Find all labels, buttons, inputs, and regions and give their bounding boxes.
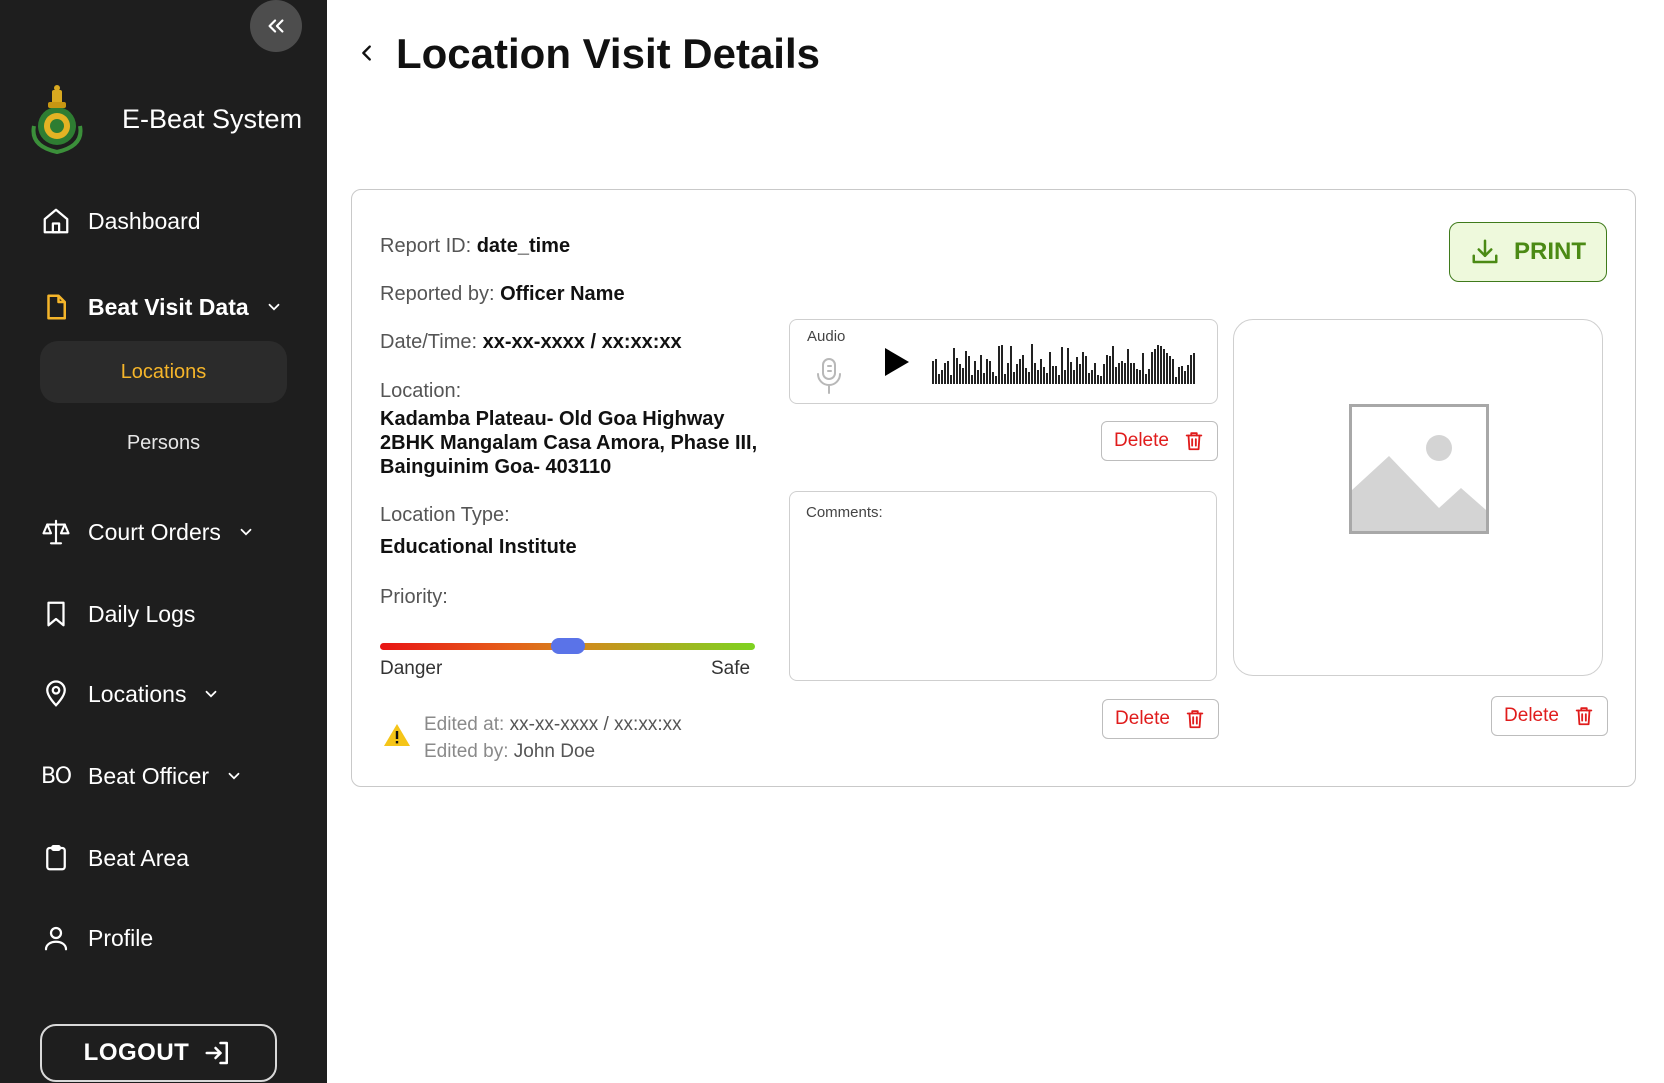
priority-max-label: Safe [711, 658, 751, 679]
clipboard-icon [40, 842, 72, 874]
priority-min-label: Danger [380, 658, 443, 679]
warning-icon [384, 724, 410, 746]
brand: E-Beat System [24, 82, 302, 156]
edited-at-label: Edited at: [424, 714, 505, 735]
print-button[interactable]: PRINT [1449, 222, 1607, 282]
sidebar-subitem-locations[interactable]: Locations [40, 341, 287, 403]
location-type-value: Educational Institute [380, 536, 577, 558]
logout-label: LOGOUT [83, 1039, 190, 1066]
double-chevron-left-icon [268, 19, 284, 33]
sidebar-item-beat-area[interactable]: Beat Area [40, 842, 189, 874]
beat-officer-icon: BO [40, 763, 72, 789]
file-icon [40, 291, 72, 323]
location-type-label: Location Type: [380, 504, 510, 526]
location-line: Kadamba Plateau- Old Goa Highway [380, 408, 725, 430]
sidebar-item-label: Court Orders [88, 518, 221, 545]
trash-icon [1575, 707, 1593, 726]
edited-by-label: Edited by: [424, 741, 509, 762]
comments-field[interactable]: Comments: [789, 491, 1217, 681]
audio-label: Audio [807, 328, 846, 345]
delete-comment-button[interactable]: Delete [1102, 699, 1219, 739]
sidebar-item-label: Beat Officer [88, 762, 210, 789]
reported-by-label: Reported by: [380, 283, 495, 305]
trash-icon [1186, 710, 1204, 729]
sidebar-item-beat-visit-data[interactable]: Beat Visit Data [40, 291, 283, 323]
user-icon [40, 922, 72, 954]
bookmark-icon [40, 598, 72, 630]
sidebar-item-dashboard[interactable]: Dashboard [40, 205, 201, 237]
location-line: 2BHK Mangalam Casa Amora, Phase III, [380, 432, 758, 454]
brand-name: E-Beat System [122, 103, 303, 134]
audio-player: Audio [789, 319, 1218, 404]
image-placeholder-icon [1349, 404, 1489, 534]
report-id-value: date_time [476, 235, 571, 257]
sidebar-item-daily-logs[interactable]: Daily Logs [40, 598, 195, 630]
location-address: Kadamba Plateau- Old Goa Highway 2BHK Ma… [380, 407, 757, 479]
reported-by-value: Officer Name [500, 283, 625, 305]
print-label: PRINT [1514, 238, 1586, 265]
edited-at-value: xx-xx-xxxx / xx:xx:xx [509, 714, 682, 735]
sidebar-item-profile[interactable]: Profile [40, 922, 153, 954]
scales-icon [40, 516, 72, 548]
sidebar-item-label: Dashboard [88, 207, 201, 234]
delete-photo-button[interactable]: Delete [1491, 696, 1608, 736]
sidebar-item-label: Beat Area [88, 844, 190, 871]
audio-waveform[interactable] [932, 340, 1197, 384]
comments-label: Comments: [806, 504, 883, 521]
chevron-down-icon [268, 303, 280, 311]
report-id-label: Report ID: [380, 235, 472, 257]
date-time-label: Date/Time: [380, 331, 478, 353]
home-icon [40, 205, 72, 237]
map-pin-icon [40, 678, 72, 710]
chevron-down-icon [240, 528, 252, 536]
chevron-down-icon [228, 772, 240, 780]
collapse-sidebar-button[interactable] [250, 0, 302, 52]
microphone-icon[interactable] [814, 357, 844, 395]
date-time: Date/Time: xx-xx-xxxx / xx:xx:xx [380, 331, 682, 354]
delete-label: Delete [1114, 430, 1169, 451]
location-line: Bainguinim Goa- 403110 [380, 456, 612, 478]
priority-slider-thumb[interactable] [550, 638, 585, 654]
delete-label: Delete [1115, 708, 1170, 729]
back-arrow-icon[interactable] [356, 42, 378, 64]
sidebar-item-label: Locations [88, 680, 187, 707]
delete-label: Delete [1504, 705, 1559, 726]
police-emblem-logo [31, 85, 83, 155]
edited-by-value: John Doe [513, 741, 596, 762]
download-icon [1472, 239, 1498, 264]
page-title: Location Visit Details [396, 30, 820, 77]
sidebar-item-beat-officer[interactable]: BO Beat Officer [40, 760, 243, 792]
logout-icon [205, 1041, 229, 1065]
photo-frame[interactable] [1233, 319, 1603, 676]
sidebar-item-label: Daily Logs [88, 600, 196, 627]
reported-by: Reported by: Officer Name [380, 283, 625, 306]
edit-info: Edited at: xx-xx-xxxx / xx:xx:xx Edited … [424, 711, 682, 765]
sidebar-item-label: Profile [88, 924, 154, 951]
sidebar-item-label: Beat Visit Data [88, 293, 249, 320]
trash-icon [1185, 432, 1203, 451]
report-id: Report ID: date_time [380, 235, 570, 258]
date-time-value: xx-xx-xxxx / xx:xx:xx [482, 331, 682, 353]
sidebar-item-locations[interactable]: Locations [40, 678, 220, 710]
chevron-down-icon [206, 690, 217, 698]
delete-audio-button[interactable]: Delete [1101, 421, 1218, 461]
sidebar-subitem-persons[interactable]: Persons [40, 425, 287, 461]
sidebar-item-court-orders[interactable]: Court Orders [40, 516, 255, 548]
play-icon[interactable] [883, 346, 911, 378]
sidebar: E-Beat System Dashboard Beat Visit Data … [0, 0, 327, 1083]
location-label: Location: [380, 380, 462, 402]
priority-label: Priority: [380, 586, 448, 608]
logout-button[interactable]: LOGOUT [40, 1024, 277, 1082]
